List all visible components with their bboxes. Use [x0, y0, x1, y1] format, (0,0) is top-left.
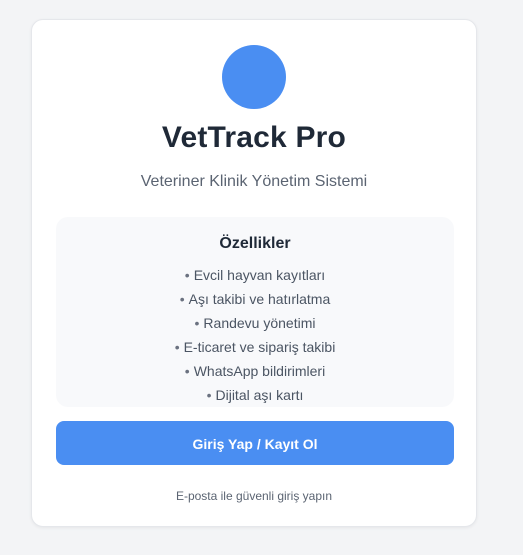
feature-item: • WhatsApp bildirimleri — [56, 359, 454, 383]
feature-item-label: Aşı takibi ve hatırlatma — [188, 291, 331, 307]
feature-item-label: WhatsApp bildirimleri — [193, 363, 326, 379]
feature-item: • Evcil hayvan kayıtları — [56, 263, 454, 287]
bullet-icon: • — [174, 339, 180, 355]
login-note: E-posta ile güvenli giriş yapın — [175, 489, 333, 503]
app-logo — [222, 45, 286, 109]
feature-item: • E-ticaret ve sipariş takibi — [56, 335, 454, 359]
feature-item: • Aşı takibi ve hatırlatma — [56, 287, 454, 311]
bullet-icon: • — [184, 267, 190, 283]
feature-item-label: Randevu yönetimi — [203, 315, 316, 331]
feature-item: • Randevu yönetimi — [56, 311, 454, 335]
bullet-icon: • — [194, 315, 200, 331]
login-register-button[interactable]: Giriş Yap / Kayıt Ol — [56, 421, 454, 465]
app-subtitle: Veteriner Klinik Yönetim Sistemi — [140, 173, 368, 190]
feature-item-label: Evcil hayvan kayıtları — [193, 267, 326, 283]
features-heading: Özellikler — [219, 235, 291, 252]
features-list: • Evcil hayvan kayıtları • Aşı takibi ve h… — [56, 263, 454, 407]
feature-item-label: Dijital aşı kartı — [215, 387, 304, 403]
bullet-icon: • — [206, 387, 212, 403]
feature-item: • Dijital aşı kartı — [56, 383, 454, 407]
app-title: VetTrack Pro — [161, 121, 347, 154]
login-card: VetTrack Pro Veteriner Klinik Yönetim Si… — [31, 19, 477, 527]
features-panel: Özellikler • Evcil hayvan kayıtları • Aşı … — [56, 217, 454, 407]
feature-item-label: E-ticaret ve sipariş takibi — [183, 339, 336, 355]
bullet-icon: • — [179, 291, 185, 307]
bullet-icon: • — [184, 363, 190, 379]
